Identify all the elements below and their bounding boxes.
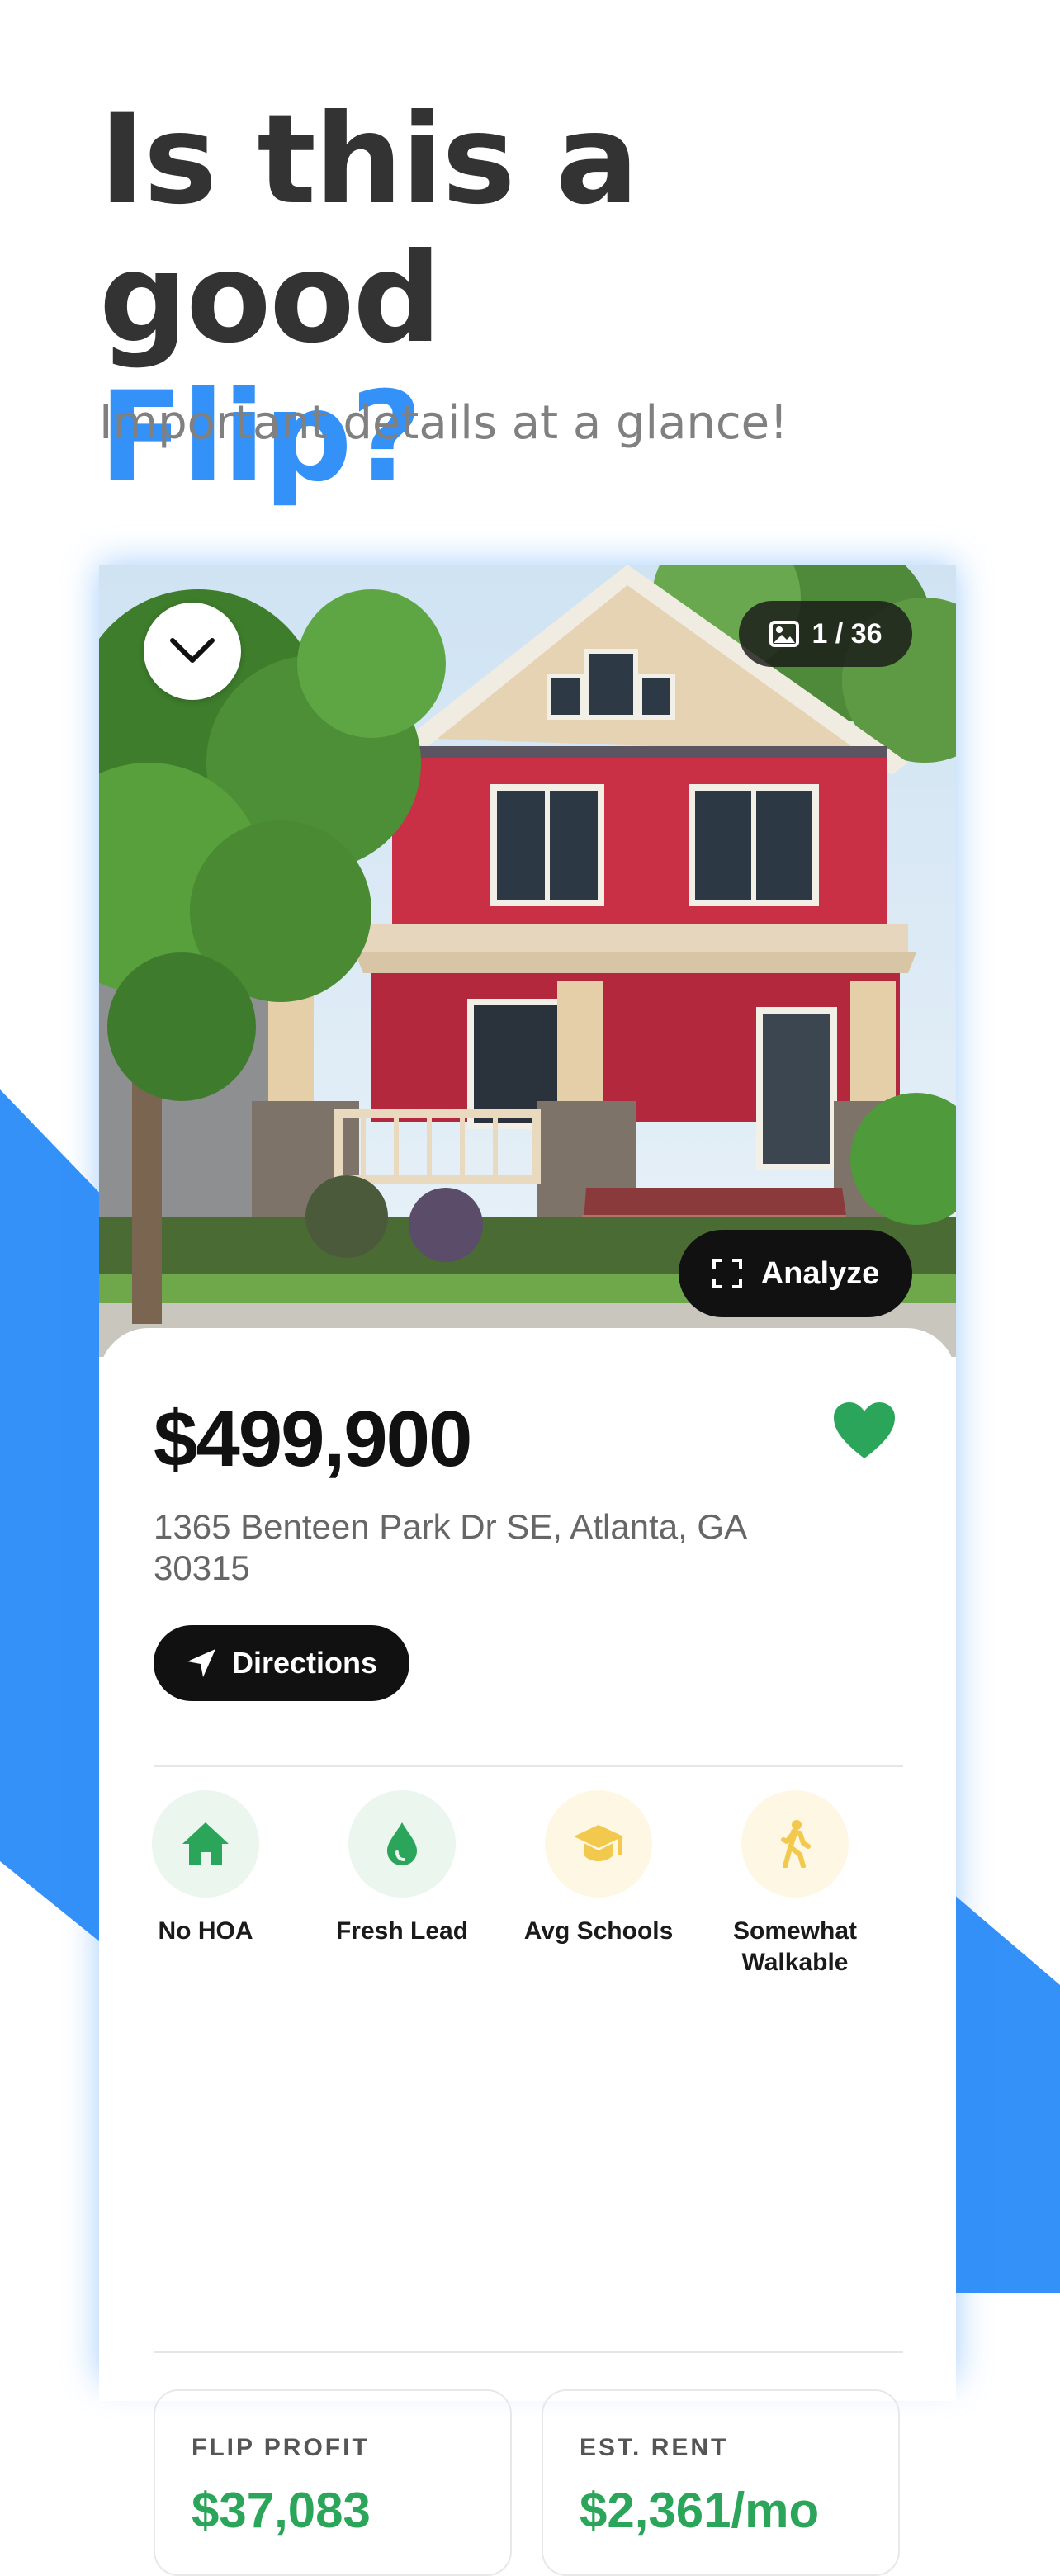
flip-profit-label: FLIP PROFIT xyxy=(192,2434,370,2461)
feature-fresh-lead: Fresh Lead xyxy=(315,1790,489,1947)
chevron-down-icon xyxy=(170,638,215,663)
est-rent-value: $2,361/mo xyxy=(580,2483,820,2538)
feature-label: Somewhat Walkable xyxy=(732,1917,858,1976)
feature-icon-circle xyxy=(545,1790,652,1898)
directions-label: Directions xyxy=(231,1646,378,1680)
navigation-arrow-icon xyxy=(187,1649,215,1677)
property-photo[interactable]: 1 / 36 Analyze xyxy=(99,565,956,1357)
drop-icon xyxy=(387,1822,417,1865)
home-icon xyxy=(182,1822,229,1865)
headline-line1: Is this a good xyxy=(99,88,639,371)
divider xyxy=(154,2351,903,2353)
listing-price: $499,900 xyxy=(154,1395,472,1483)
subheadline: Important details at a glance! xyxy=(99,396,788,450)
est-rent-label: EST. RENT xyxy=(580,2434,729,2461)
walking-person-icon xyxy=(781,1820,811,1868)
listing-address: 1365 Benteen Park Dr SE, Atlanta, GA 303… xyxy=(154,1507,745,1587)
est-rent-card[interactable]: EST. RENT $2,361/mo xyxy=(542,2389,900,2576)
flip-profit-card[interactable]: FLIP PROFIT $37,083 xyxy=(154,2389,512,2576)
feature-label: Avg Schools xyxy=(523,1917,674,1945)
feature-icon-circle xyxy=(152,1790,259,1898)
collapse-button[interactable] xyxy=(144,603,241,700)
feature-icon-circle xyxy=(741,1790,849,1898)
gallery-icon xyxy=(769,621,800,647)
feature-somewhat-walkable: Somewhat Walkable xyxy=(708,1790,882,1978)
scan-frame-icon xyxy=(712,1259,742,1288)
divider xyxy=(154,1765,903,1767)
feature-label: Fresh Lead xyxy=(335,1917,469,1945)
feature-icon-circle xyxy=(348,1790,456,1898)
directions-button[interactable]: Directions xyxy=(154,1625,409,1701)
listing-card: 1 / 36 Analyze $499,900 1365 Benteen Par… xyxy=(99,565,956,2576)
photo-counter[interactable]: 1 / 36 xyxy=(739,601,912,667)
flip-profit-value: $37,083 xyxy=(192,2483,371,2538)
feature-no-hoa: No HOA xyxy=(119,1790,292,1947)
listing-details: $499,900 1365 Benteen Park Dr SE, Atlant… xyxy=(99,1328,956,2576)
feature-label: No HOA xyxy=(158,1917,253,1945)
analyze-label: Analyze xyxy=(760,1255,880,1291)
photo-counter-text: 1 / 36 xyxy=(812,617,883,650)
graduation-cap-icon xyxy=(574,1825,623,1861)
analyze-button[interactable]: Analyze xyxy=(679,1230,912,1317)
feature-avg-schools: Avg Schools xyxy=(512,1790,685,1947)
favorite-heart-icon[interactable] xyxy=(832,1401,897,1460)
